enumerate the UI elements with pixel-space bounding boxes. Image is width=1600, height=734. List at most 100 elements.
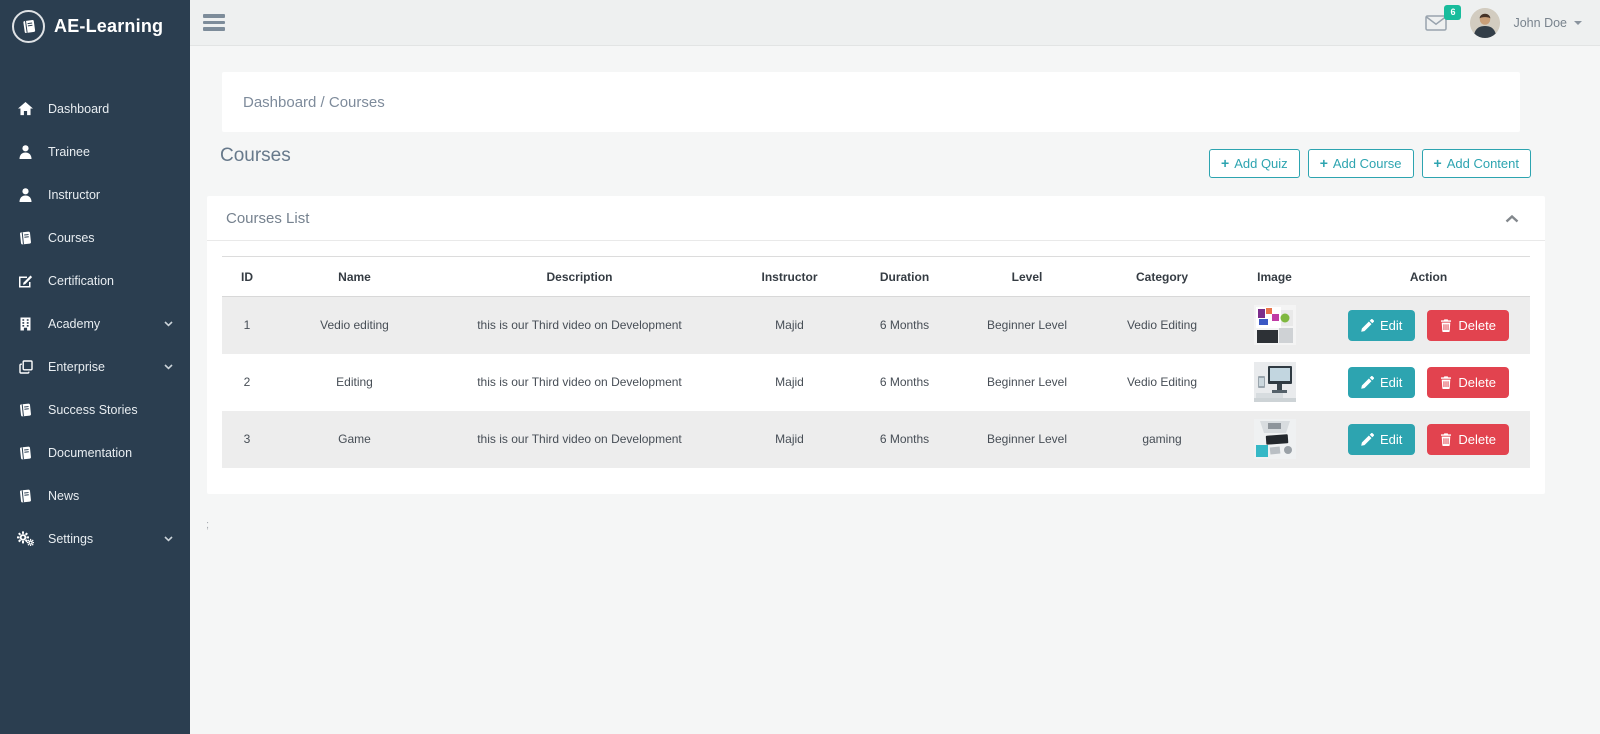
add-course-label: Add Course — [1333, 156, 1402, 171]
sidebar-item-label: News — [48, 489, 79, 503]
card-body: ID Name Description Instructor Duration … — [207, 241, 1545, 468]
notification-badge: 6 — [1444, 5, 1461, 20]
plus-icon: + — [1320, 155, 1328, 171]
sidebar-item-dashboard[interactable]: Dashboard — [0, 87, 190, 130]
trash-icon — [1440, 376, 1452, 389]
edit-button[interactable]: Edit — [1348, 424, 1415, 455]
plus-icon: + — [1434, 155, 1442, 171]
courses-table: ID Name Description Instructor Duration … — [222, 256, 1530, 468]
topbar: 6 John Doe — [190, 0, 1600, 46]
delete-button[interactable]: Delete — [1427, 367, 1509, 398]
sidebar: AE-Learning Dashboard Trainee Instructor — [0, 0, 190, 734]
sidebar-item-courses[interactable]: Courses — [0, 216, 190, 259]
add-course-button[interactable]: + Add Course — [1308, 149, 1414, 178]
notifications-button envelope-icon[interactable]: 6 — [1425, 15, 1447, 31]
sidebar-item-news[interactable]: News — [0, 474, 190, 517]
sidebar-item-academy[interactable]: Academy — [0, 302, 190, 345]
home-icon — [17, 102, 34, 116]
cell-level: Beginner Level — [952, 354, 1102, 411]
app-root: AE-Learning Dashboard Trainee Instructor — [0, 0, 1600, 734]
page-title: Courses — [220, 145, 291, 167]
sidebar-item-certification[interactable]: Certification — [0, 259, 190, 302]
sidebar-item-label: Success Stories — [48, 403, 138, 417]
col-header-image: Image — [1222, 257, 1327, 297]
col-header-category: Category — [1102, 257, 1222, 297]
delete-button[interactable]: Delete — [1427, 424, 1509, 455]
add-content-button[interactable]: + Add Content — [1422, 149, 1531, 178]
chevron-down-icon — [164, 536, 173, 542]
breadcrumb-text: Dashboard / Courses — [243, 94, 385, 111]
cell-name: Vedio editing — [272, 297, 437, 354]
avatar[interactable] — [1470, 8, 1500, 38]
add-quiz-button[interactable]: + Add Quiz — [1209, 149, 1300, 178]
page-actions: + Add Quiz + Add Course + Add Content — [1209, 149, 1531, 178]
cell-image — [1222, 354, 1327, 411]
sidebar-item-success-stories[interactable]: Success Stories — [0, 388, 190, 431]
sidebar-item-label: Courses — [48, 231, 95, 245]
sidebar-item-label: Academy — [48, 317, 100, 331]
courses-list-card: Courses List ID — [207, 196, 1545, 494]
building-icon — [17, 317, 34, 331]
sidebar-item-settings[interactable]: Settings — [0, 517, 190, 560]
user-icon — [17, 145, 34, 159]
cell-instructor: Majid — [722, 411, 857, 468]
brand-book-icon — [12, 10, 45, 43]
sidebar-item-label: Instructor — [48, 188, 100, 202]
cell-image — [1222, 297, 1327, 354]
stray-text: ; — [206, 519, 209, 531]
col-header-name: Name — [272, 257, 437, 297]
breadcrumb: Dashboard / Courses — [222, 72, 1520, 132]
plus-icon: + — [1221, 155, 1229, 171]
cell-action: Edit Delete — [1327, 354, 1530, 411]
table-header-row: ID Name Description Instructor Duration … — [222, 257, 1530, 297]
collapse-button chevron-up-icon[interactable] — [1503, 213, 1521, 225]
course-thumbnail-monitor — [1254, 362, 1296, 402]
cell-id: 1 — [222, 297, 272, 354]
clone-icon — [17, 360, 34, 374]
table-row: 1 Vedio editing this is our Third video … — [222, 297, 1530, 354]
cell-category: gaming — [1102, 411, 1222, 468]
sidebar-item-label: Dashboard — [48, 102, 109, 116]
col-header-description: Description — [437, 257, 722, 297]
course-thumbnail-collage — [1254, 305, 1296, 345]
course-thumbnail-desk — [1254, 419, 1296, 459]
cell-action: Edit Delete — [1327, 297, 1530, 354]
cell-category: Vedio Editing — [1102, 354, 1222, 411]
caret-down-icon — [1574, 21, 1582, 25]
cell-duration: 6 Months — [857, 354, 952, 411]
sidebar-item-enterprise[interactable]: Enterprise — [0, 345, 190, 388]
brand: AE-Learning — [0, 0, 190, 52]
sidebar-item-trainee[interactable]: Trainee — [0, 130, 190, 173]
sidebar-item-documentation[interactable]: Documentation — [0, 431, 190, 474]
chevron-down-icon — [164, 321, 173, 327]
card-header: Courses List — [207, 196, 1545, 241]
main-area: 6 John Doe Dashboard / Courses Courses — [190, 0, 1600, 734]
book-icon — [17, 403, 34, 417]
sidebar-item-instructor[interactable]: Instructor — [0, 173, 190, 216]
col-header-instructor: Instructor — [722, 257, 857, 297]
table-row: 3 Game this is our Third video on Develo… — [222, 411, 1530, 468]
card-title: Courses List — [226, 210, 309, 227]
col-header-action: Action — [1327, 257, 1530, 297]
edit-button[interactable]: Edit — [1348, 367, 1415, 398]
cell-description: this is our Third video on Development — [437, 297, 722, 354]
cell-instructor: Majid — [722, 297, 857, 354]
edit-button[interactable]: Edit — [1348, 310, 1415, 341]
cell-description: this is our Third video on Development — [437, 354, 722, 411]
sidebar-item-label: Settings — [48, 532, 93, 546]
book-icon — [17, 231, 34, 245]
cell-id: 2 — [222, 354, 272, 411]
user-name: John Doe — [1513, 16, 1567, 30]
sidebar-item-label: Trainee — [48, 145, 90, 159]
cell-name: Game — [272, 411, 437, 468]
cell-name: Editing — [272, 354, 437, 411]
add-quiz-label: Add Quiz — [1234, 156, 1287, 171]
add-content-label: Add Content — [1447, 156, 1519, 171]
sidebar-item-label: Documentation — [48, 446, 132, 460]
user-icon — [17, 188, 34, 202]
menu-toggle-button hamburger-icon[interactable] — [203, 9, 227, 36]
cell-duration: 6 Months — [857, 297, 952, 354]
delete-button[interactable]: Delete — [1427, 310, 1509, 341]
cell-action: Edit Delete — [1327, 411, 1530, 468]
user-menu[interactable]: John Doe — [1513, 16, 1582, 30]
